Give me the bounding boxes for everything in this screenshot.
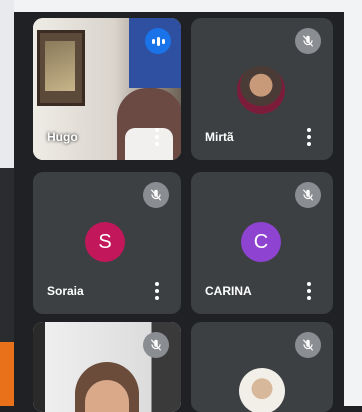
avatar	[237, 66, 285, 114]
participant-tile[interactable]: Mirtã	[191, 18, 333, 160]
mic-off-icon	[295, 332, 321, 358]
mic-off-icon	[295, 28, 321, 54]
participant-tile[interactable]: C CARINA	[191, 172, 333, 314]
avatar	[239, 368, 285, 412]
mic-off-icon	[143, 182, 169, 208]
browser-top-edge	[0, 0, 362, 12]
participant-tile-video[interactable]: Hugo	[33, 18, 181, 160]
participant-tile[interactable]: S Soraia	[33, 172, 181, 314]
audio-level-icon	[145, 28, 171, 54]
participant-video: Hugo	[33, 18, 181, 160]
participant-name: Mirtã	[205, 130, 234, 144]
more-vert-icon[interactable]	[307, 128, 311, 146]
more-vert-icon[interactable]	[155, 128, 159, 146]
mic-off-icon	[295, 182, 321, 208]
avatar-initial: C	[241, 222, 281, 262]
participant-video	[33, 322, 181, 412]
participant-name: Soraia	[47, 284, 84, 298]
participant-name: CARINA	[205, 284, 252, 298]
mic-off-icon	[143, 332, 169, 358]
avatar-initial: S	[85, 222, 125, 262]
window-right-edge	[344, 0, 362, 406]
more-vert-icon[interactable]	[307, 282, 311, 300]
participant-name: Hugo	[47, 130, 78, 144]
participant-tile-video[interactable]	[33, 322, 181, 412]
wall-picture	[37, 30, 85, 106]
participant-tile[interactable]	[191, 322, 333, 412]
more-vert-icon[interactable]	[155, 282, 159, 300]
side-panel-edge	[0, 0, 14, 406]
